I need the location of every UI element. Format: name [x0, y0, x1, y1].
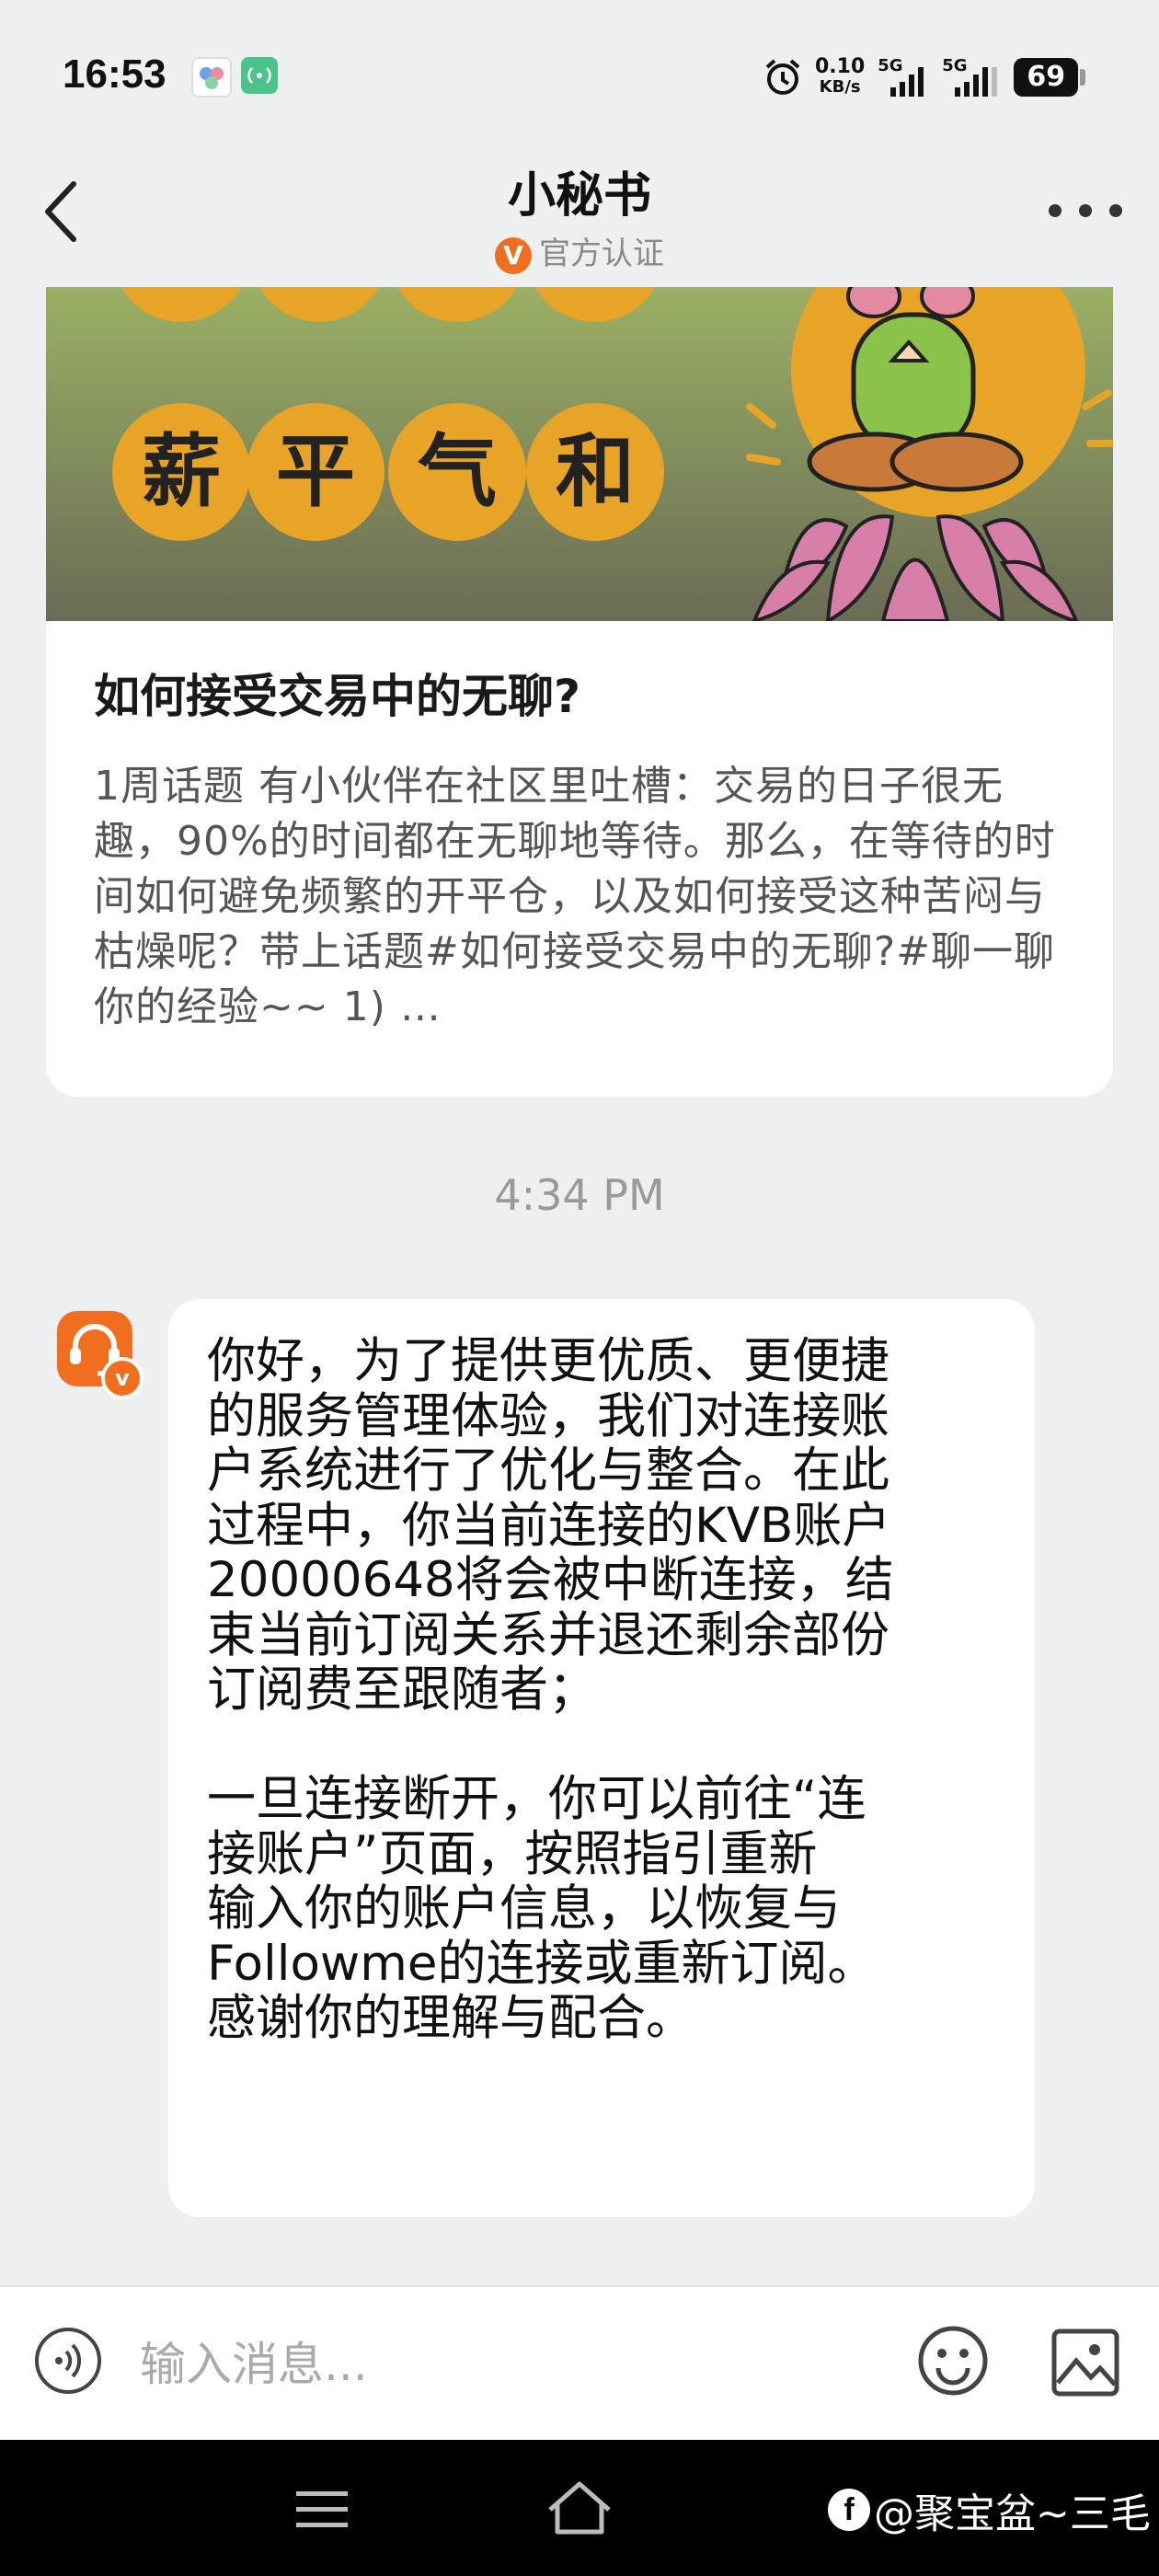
send-image-button[interactable] [1050, 2328, 1120, 2398]
emoji-button[interactable] [916, 2324, 990, 2398]
signal-1-icon: 5G [878, 56, 933, 98]
more-dot-icon [1109, 204, 1122, 217]
meditating-figure-illustration [746, 287, 1113, 621]
message-line: 接账户”页面，按照指引重新 [207, 1825, 818, 1882]
message-line: 户系统进行了优化与整合。在此 [207, 1443, 889, 1499]
message-timestamp: 4:34 PM [494, 1170, 665, 1220]
message-input-bar: 输入消息... [0, 2285, 1159, 2442]
smiley-icon [918, 2326, 988, 2396]
watermark-text: @聚宝盆~三毛 [874, 2490, 1151, 2537]
alarm-icon [765, 59, 800, 95]
message-line: 订阅费至跟随者； [207, 1662, 597, 1718]
message-line: 20000648将会被中断连接，结 [207, 1552, 894, 1608]
banner-circle [112, 287, 250, 322]
banner-circle [388, 287, 526, 322]
sender-avatar[interactable]: v [57, 1311, 143, 1399]
message-line: 感谢你的理解与配合。 [207, 1990, 694, 2046]
message-line: 束当前订阅关系并退还剩余部份 [207, 1606, 889, 1663]
message-line: 过程中，你当前连接的KVB账户 [207, 1497, 891, 1554]
message-text: 你好，为了提供更优质、更便捷 的服务管理体验，我们对连接账 户系统进行了优化与整… [207, 1334, 998, 2046]
app-notification-icon [191, 57, 232, 98]
voice-input-button[interactable] [35, 2328, 101, 2394]
status-right: 0.10 KB/s 5G 5G 69 [762, 52, 1086, 103]
home-icon [548, 2481, 611, 2535]
more-dot-icon [1079, 204, 1092, 217]
message-line: 一旦连接断开，你可以前往“连 [207, 1771, 866, 1827]
article-banner-image: 薪 平 气 和 [46, 287, 1113, 621]
article-excerpt: 1周话题 有小伙伴在社区里吐槽：交易的日子很无趣，90%的时间都在无聊地等待。那… [94, 763, 1056, 1030]
verified-badge-icon: v [101, 1357, 143, 1399]
status-bar: 16:53 0.10 KB/s 5G 5G 69 [0, 0, 1159, 156]
image-icon [1051, 2329, 1119, 2397]
more-options-button[interactable] [1049, 197, 1122, 224]
article-card[interactable]: 薪 平 气 和 如何接受交易中的无聊? 1周话题 有小伙伴在社区里吐槽：交易的日… [46, 287, 1113, 1097]
banner-circle [526, 287, 664, 322]
banner-char-1: 薪 [112, 403, 250, 541]
banner-circle [250, 287, 388, 322]
banner-char-2: 平 [247, 403, 384, 541]
net-speed: 0.10 KB/s [815, 55, 866, 98]
hotspot-icon [241, 57, 278, 94]
banner-char-3: 气 [388, 403, 526, 541]
facebook-icon: f [828, 2489, 870, 2531]
message-bubble[interactable]: 你好，为了提供更优质、更便捷 的服务管理体验，我们对连接账 户系统进行了优化与整… [168, 1299, 1035, 2217]
signal-2-icon: 5G [942, 56, 1003, 98]
voice-icon [55, 2343, 82, 2378]
chat-title: 小秘书 [507, 168, 651, 224]
recent-apps-button[interactable] [296, 2490, 348, 2530]
home-button[interactable] [543, 2478, 616, 2537]
menu-icon [296, 2491, 348, 2527]
verified-badge-icon: V [495, 236, 532, 274]
verified-label: V 官方认证 [0, 228, 1159, 274]
watermark: f @聚宝盆~三毛 [828, 2480, 1151, 2539]
clock: 16:53 [63, 52, 166, 97]
message-line: 输入你的账户信息，以恢复与 [207, 1880, 841, 1937]
more-dot-icon [1049, 204, 1061, 217]
chat-header: 小秘书 V 官方认证 [0, 138, 1159, 285]
article-title: 如何接受交易中的无聊? [94, 670, 581, 723]
message-line: 的服务管理体验，我们对连接账 [207, 1387, 889, 1444]
battery-icon: 69 [1014, 58, 1086, 97]
message-line: Followme的连接或重新订阅。 [207, 1935, 877, 1992]
system-nav-bar: f @聚宝盆~三毛 [0, 2440, 1159, 2576]
banner-char-4: 和 [526, 403, 664, 541]
message-line: 你好，为了提供更优质、更便捷 [207, 1333, 889, 1389]
message-input[interactable]: 输入消息... [140, 2328, 876, 2401]
